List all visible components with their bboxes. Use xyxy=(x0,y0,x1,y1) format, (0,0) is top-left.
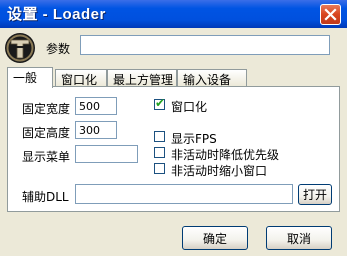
show-fps-checkbox-row[interactable]: 显示FPS xyxy=(154,130,274,146)
windowed-label: 窗口化 xyxy=(171,100,208,114)
show-menu-input[interactable] xyxy=(75,145,138,163)
ok-button[interactable]: 确定 xyxy=(182,226,248,250)
tab-windowed[interactable]: 窗口化 xyxy=(55,69,107,87)
lower-priority-checkbox[interactable] xyxy=(154,147,165,158)
tab-general[interactable]: 一般 xyxy=(7,67,53,88)
minimize-window-checkbox[interactable] xyxy=(154,163,165,174)
aux-dll-input[interactable] xyxy=(75,184,293,204)
window-title: 设置 - Loader xyxy=(7,6,106,23)
title-bar[interactable]: 设置 - Loader xyxy=(0,0,347,28)
tab-topmost[interactable]: 最上方管理 xyxy=(107,69,177,87)
cancel-button[interactable]: 取消 xyxy=(266,226,332,250)
tekken-logo-icon xyxy=(5,33,35,63)
minimize-window-checkbox-row[interactable]: 非活动时缩小窗口 xyxy=(154,162,329,178)
params-input[interactable] xyxy=(80,35,330,55)
general-tab-panel: 固定宽度 固定高度 显示菜单 ✔ 窗口化 显示FPS 非活动时降低优先级 非活动… xyxy=(7,86,340,212)
tab-input-devices[interactable]: 输入设备 xyxy=(177,69,247,87)
lower-priority-checkbox-row[interactable]: 非活动时降低优先级 xyxy=(154,146,329,162)
show-fps-checkbox[interactable] xyxy=(154,131,165,142)
close-icon xyxy=(324,8,337,21)
fixed-width-input[interactable] xyxy=(75,97,117,115)
checkmark-icon: ✔ xyxy=(155,96,166,110)
show-menu-label: 显示菜单 xyxy=(22,150,71,164)
params-label: 参数 xyxy=(46,42,71,56)
windowed-checkbox-row[interactable]: ✔ 窗口化 xyxy=(154,96,274,114)
fixed-height-input[interactable] xyxy=(75,121,117,139)
fixed-height-label: 固定高度 xyxy=(22,126,71,140)
open-dll-button[interactable]: 打开 xyxy=(298,184,332,205)
show-fps-label: 显示FPS xyxy=(171,132,217,146)
aux-dll-label: 辅助DLL xyxy=(22,190,69,204)
windowed-checkbox[interactable]: ✔ xyxy=(154,96,166,110)
lower-priority-label: 非活动时降低优先级 xyxy=(171,148,280,162)
settings-dialog: 设置 - Loader 参数 一般 窗口化 最上方管理 输入设备 固定宽度 固定… xyxy=(0,0,347,256)
minimize-window-label: 非活动时缩小窗口 xyxy=(171,164,268,178)
close-button[interactable] xyxy=(320,4,341,25)
fixed-width-label: 固定宽度 xyxy=(22,102,71,116)
